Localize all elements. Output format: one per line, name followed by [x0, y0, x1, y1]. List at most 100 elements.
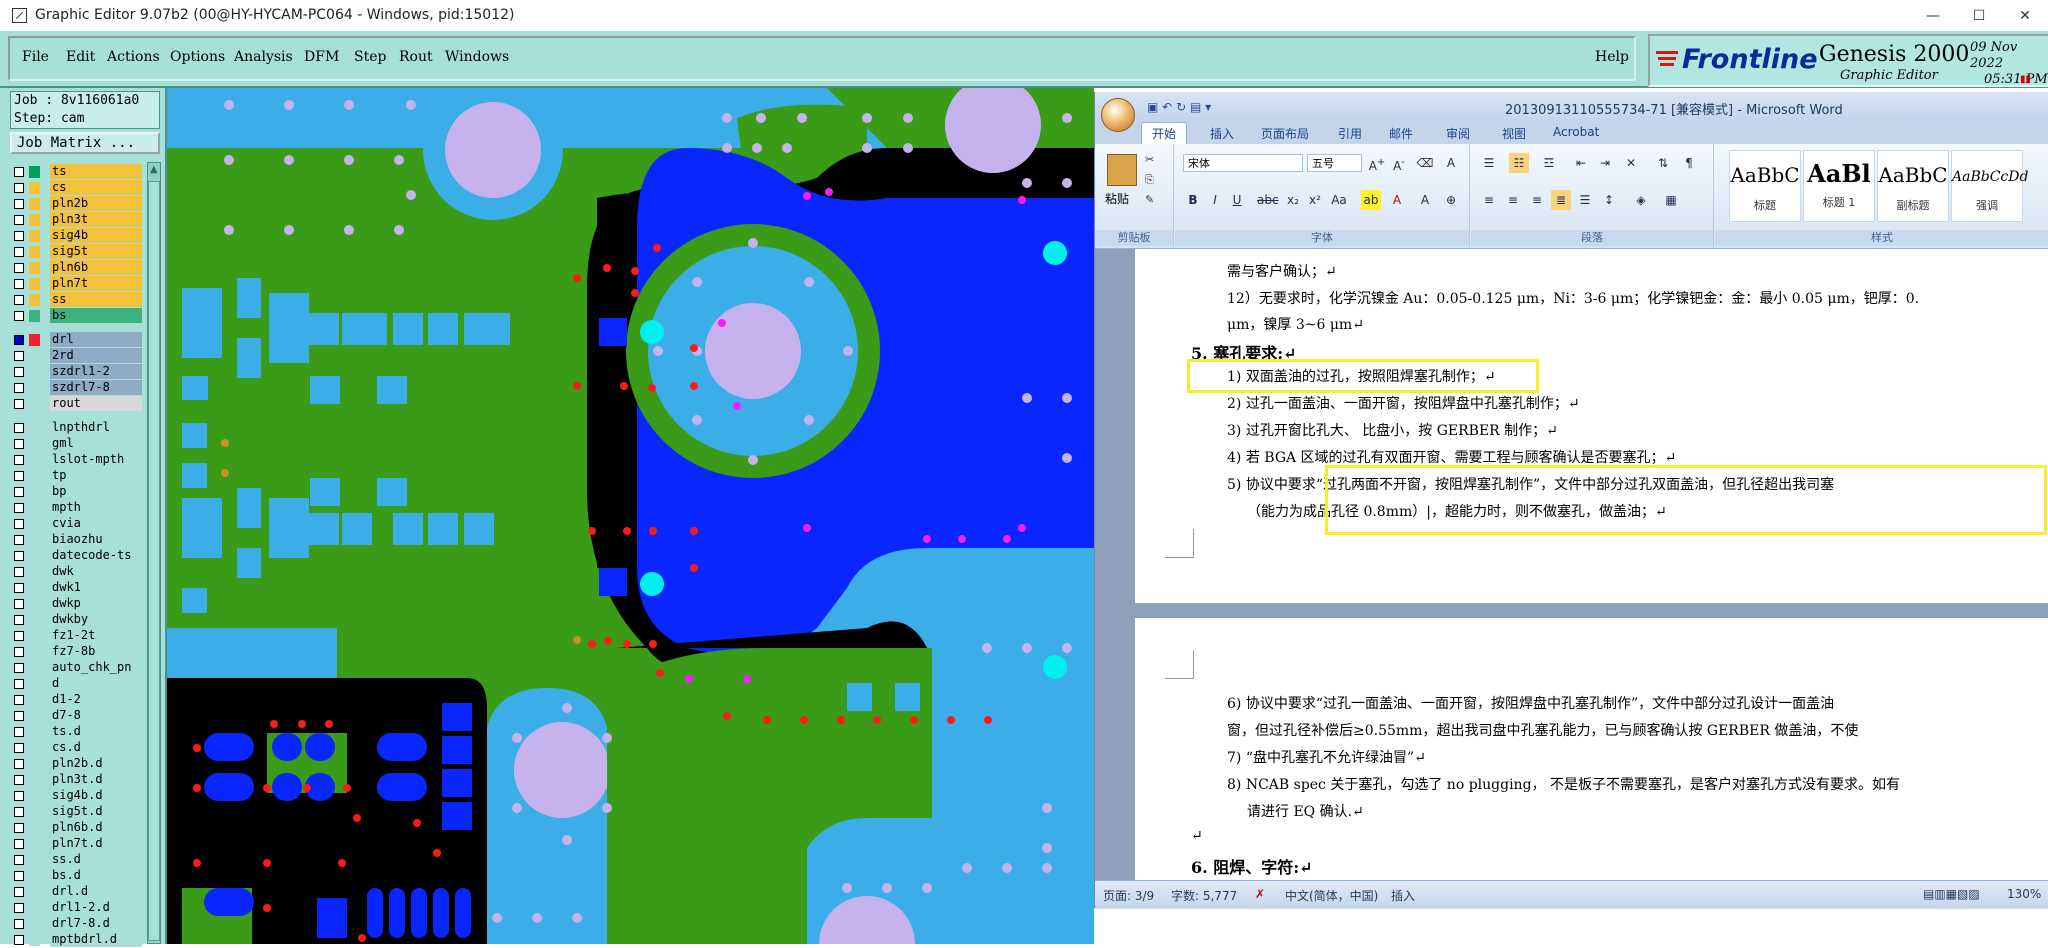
layer-name[interactable]: cs⬋: [50, 180, 142, 195]
layer-color-swatch[interactable]: [29, 726, 40, 738]
tab-references[interactable]: 引用: [1338, 125, 1362, 142]
layer-color-swatch[interactable]: [29, 758, 40, 770]
document-page-4[interactable]: 6) 协议中要求“过孔一面盖油、一面开窗，按阻焊盘中孔塞孔制作”，文件中部分过孔…: [1135, 618, 2048, 880]
layer-row[interactable]: fz1-2t: [10, 628, 142, 644]
close-button[interactable]: ✕: [2002, 0, 2048, 31]
layer-name[interactable]: d7-8: [50, 708, 142, 723]
proofing-icon[interactable]: ✗: [1255, 887, 1265, 901]
view-buttons[interactable]: ▤▥▦▧▨: [1923, 887, 1980, 901]
layer-row[interactable]: sig5t: [10, 244, 142, 260]
layer-visibility-checkbox[interactable]: [14, 759, 24, 769]
layer-row[interactable]: pln2b.d⬋: [10, 756, 142, 772]
layer-color-swatch[interactable]: [29, 310, 40, 322]
menu-analysis[interactable]: Analysis: [234, 49, 293, 65]
font-name-combo[interactable]: 宋体: [1183, 154, 1303, 172]
layer-visibility-checkbox[interactable]: [14, 367, 24, 377]
layer-row[interactable]: cs⬋: [10, 180, 142, 196]
layer-row[interactable]: pln6b.d⬋: [10, 820, 142, 836]
layer-visibility-checkbox[interactable]: [14, 695, 24, 705]
layer-color-swatch[interactable]: [29, 246, 40, 258]
layer-row[interactable]: pln3t⬋: [10, 212, 142, 228]
layer-color-swatch[interactable]: [29, 934, 40, 946]
layer-name[interactable]: fz1-2t: [50, 628, 142, 643]
font-size-combo[interactable]: 五号: [1307, 154, 1362, 172]
layer-name[interactable]: sig4b.d: [50, 788, 142, 803]
layer-row[interactable]: lnpthdrl: [10, 420, 142, 436]
redo-icon[interactable]: ↻: [1176, 100, 1186, 114]
menu-options[interactable]: Options: [170, 49, 225, 65]
layer-name[interactable]: drl7-8.d: [50, 916, 142, 931]
layer-name[interactable]: drl1-2.d: [50, 900, 142, 915]
layer-visibility-checkbox[interactable]: [14, 583, 24, 593]
layer-color-swatch[interactable]: [29, 550, 40, 562]
layer-visibility-checkbox[interactable]: [14, 775, 24, 785]
strikethrough-icon[interactable]: abc: [1257, 190, 1279, 210]
tab-review[interactable]: 审阅: [1446, 125, 1470, 142]
layer-visibility-checkbox[interactable]: [14, 727, 24, 737]
menu-rout[interactable]: Rout: [399, 49, 433, 65]
layer-row[interactable]: drl.d: [10, 884, 142, 900]
menu-step[interactable]: Step: [354, 49, 386, 65]
layer-row[interactable]: mpth: [10, 500, 142, 516]
layer-name[interactable]: pln2b.d⬋: [50, 756, 142, 771]
document-page-3[interactable]: 需与客户确认；↵ 12）无要求时，化学沉镍金 Au：0.05-0.125 μm，…: [1135, 249, 2048, 603]
layer-row[interactable]: drl7-8.d: [10, 916, 142, 932]
layer-row[interactable]: rout: [10, 396, 142, 412]
layer-name[interactable]: auto_chk_pn: [50, 660, 142, 675]
minimize-button[interactable]: —: [1910, 0, 1956, 31]
layer-visibility-checkbox[interactable]: [14, 335, 24, 345]
menu-actions[interactable]: Actions: [107, 49, 160, 65]
asian-layout-icon[interactable]: ✕: [1621, 153, 1641, 173]
layer-row[interactable]: gml⬋: [10, 436, 142, 452]
change-case-icon[interactable]: Aa: [1329, 190, 1349, 210]
layer-name[interactable]: pln7t.d⬋: [50, 836, 142, 851]
layer-visibility-checkbox[interactable]: [14, 231, 24, 241]
layer-row[interactable]: szdrl7-8: [10, 380, 142, 396]
layer-name[interactable]: drl.d: [50, 884, 142, 899]
menu-file[interactable]: File: [22, 49, 49, 65]
layer-row[interactable]: cs.d⬋: [10, 740, 142, 756]
layer-name[interactable]: datecode-ts: [50, 548, 142, 563]
layer-visibility-checkbox[interactable]: [14, 471, 24, 481]
menu-edit[interactable]: Edit: [66, 49, 95, 65]
layer-row[interactable]: dwk1: [10, 580, 142, 596]
layer-row[interactable]: dwkby: [10, 612, 142, 628]
layer-name[interactable]: dwk: [50, 564, 142, 579]
layer-color-swatch[interactable]: [29, 646, 40, 658]
layer-color-swatch[interactable]: [29, 198, 40, 210]
layer-color-swatch[interactable]: [29, 182, 40, 194]
layer-row[interactable]: ss⬋: [10, 292, 142, 308]
insert-mode[interactable]: 插入: [1391, 887, 1415, 904]
char-border-icon[interactable]: A: [1441, 153, 1461, 173]
layer-color-swatch[interactable]: [29, 694, 40, 706]
layer-visibility-checkbox[interactable]: [14, 807, 24, 817]
save-icon[interactable]: ▣: [1147, 100, 1158, 114]
layer-visibility-checkbox[interactable]: [14, 399, 24, 409]
layer-visibility-checkbox[interactable]: [14, 487, 24, 497]
layer-row[interactable]: bp: [10, 484, 142, 500]
layer-visibility-checkbox[interactable]: [14, 663, 24, 673]
undo-icon[interactable]: ↶: [1162, 100, 1172, 114]
highlight-icon[interactable]: ab: [1361, 190, 1381, 210]
layer-name[interactable]: pln3t⬋: [50, 212, 142, 227]
layer-color-swatch[interactable]: [29, 790, 40, 802]
layer-row[interactable]: d1-2: [10, 692, 142, 708]
tab-insert[interactable]: 插入: [1210, 125, 1234, 142]
layer-name[interactable]: sig4b: [50, 228, 142, 243]
layer-name[interactable]: bp: [50, 484, 142, 499]
layer-row[interactable]: sig4b: [10, 228, 142, 244]
layer-name[interactable]: drl≡: [50, 332, 142, 347]
layer-color-swatch[interactable]: [29, 822, 40, 834]
align-right-icon[interactable]: ≡: [1527, 190, 1547, 210]
line-spacing-icon[interactable]: ↕: [1599, 190, 1619, 210]
layer-color-swatch[interactable]: [29, 534, 40, 546]
page-count[interactable]: 页面: 3/9: [1103, 887, 1154, 904]
sort-icon[interactable]: ⇅: [1653, 153, 1673, 173]
layer-visibility-checkbox[interactable]: [14, 215, 24, 225]
layer-visibility-checkbox[interactable]: [14, 383, 24, 393]
layer-color-swatch[interactable]: [29, 438, 40, 450]
layer-row[interactable]: ts⬋: [10, 164, 142, 180]
layer-visibility-checkbox[interactable]: [14, 535, 24, 545]
bullets-icon[interactable]: ☰: [1479, 153, 1499, 173]
layer-color-swatch[interactable]: [29, 350, 40, 362]
